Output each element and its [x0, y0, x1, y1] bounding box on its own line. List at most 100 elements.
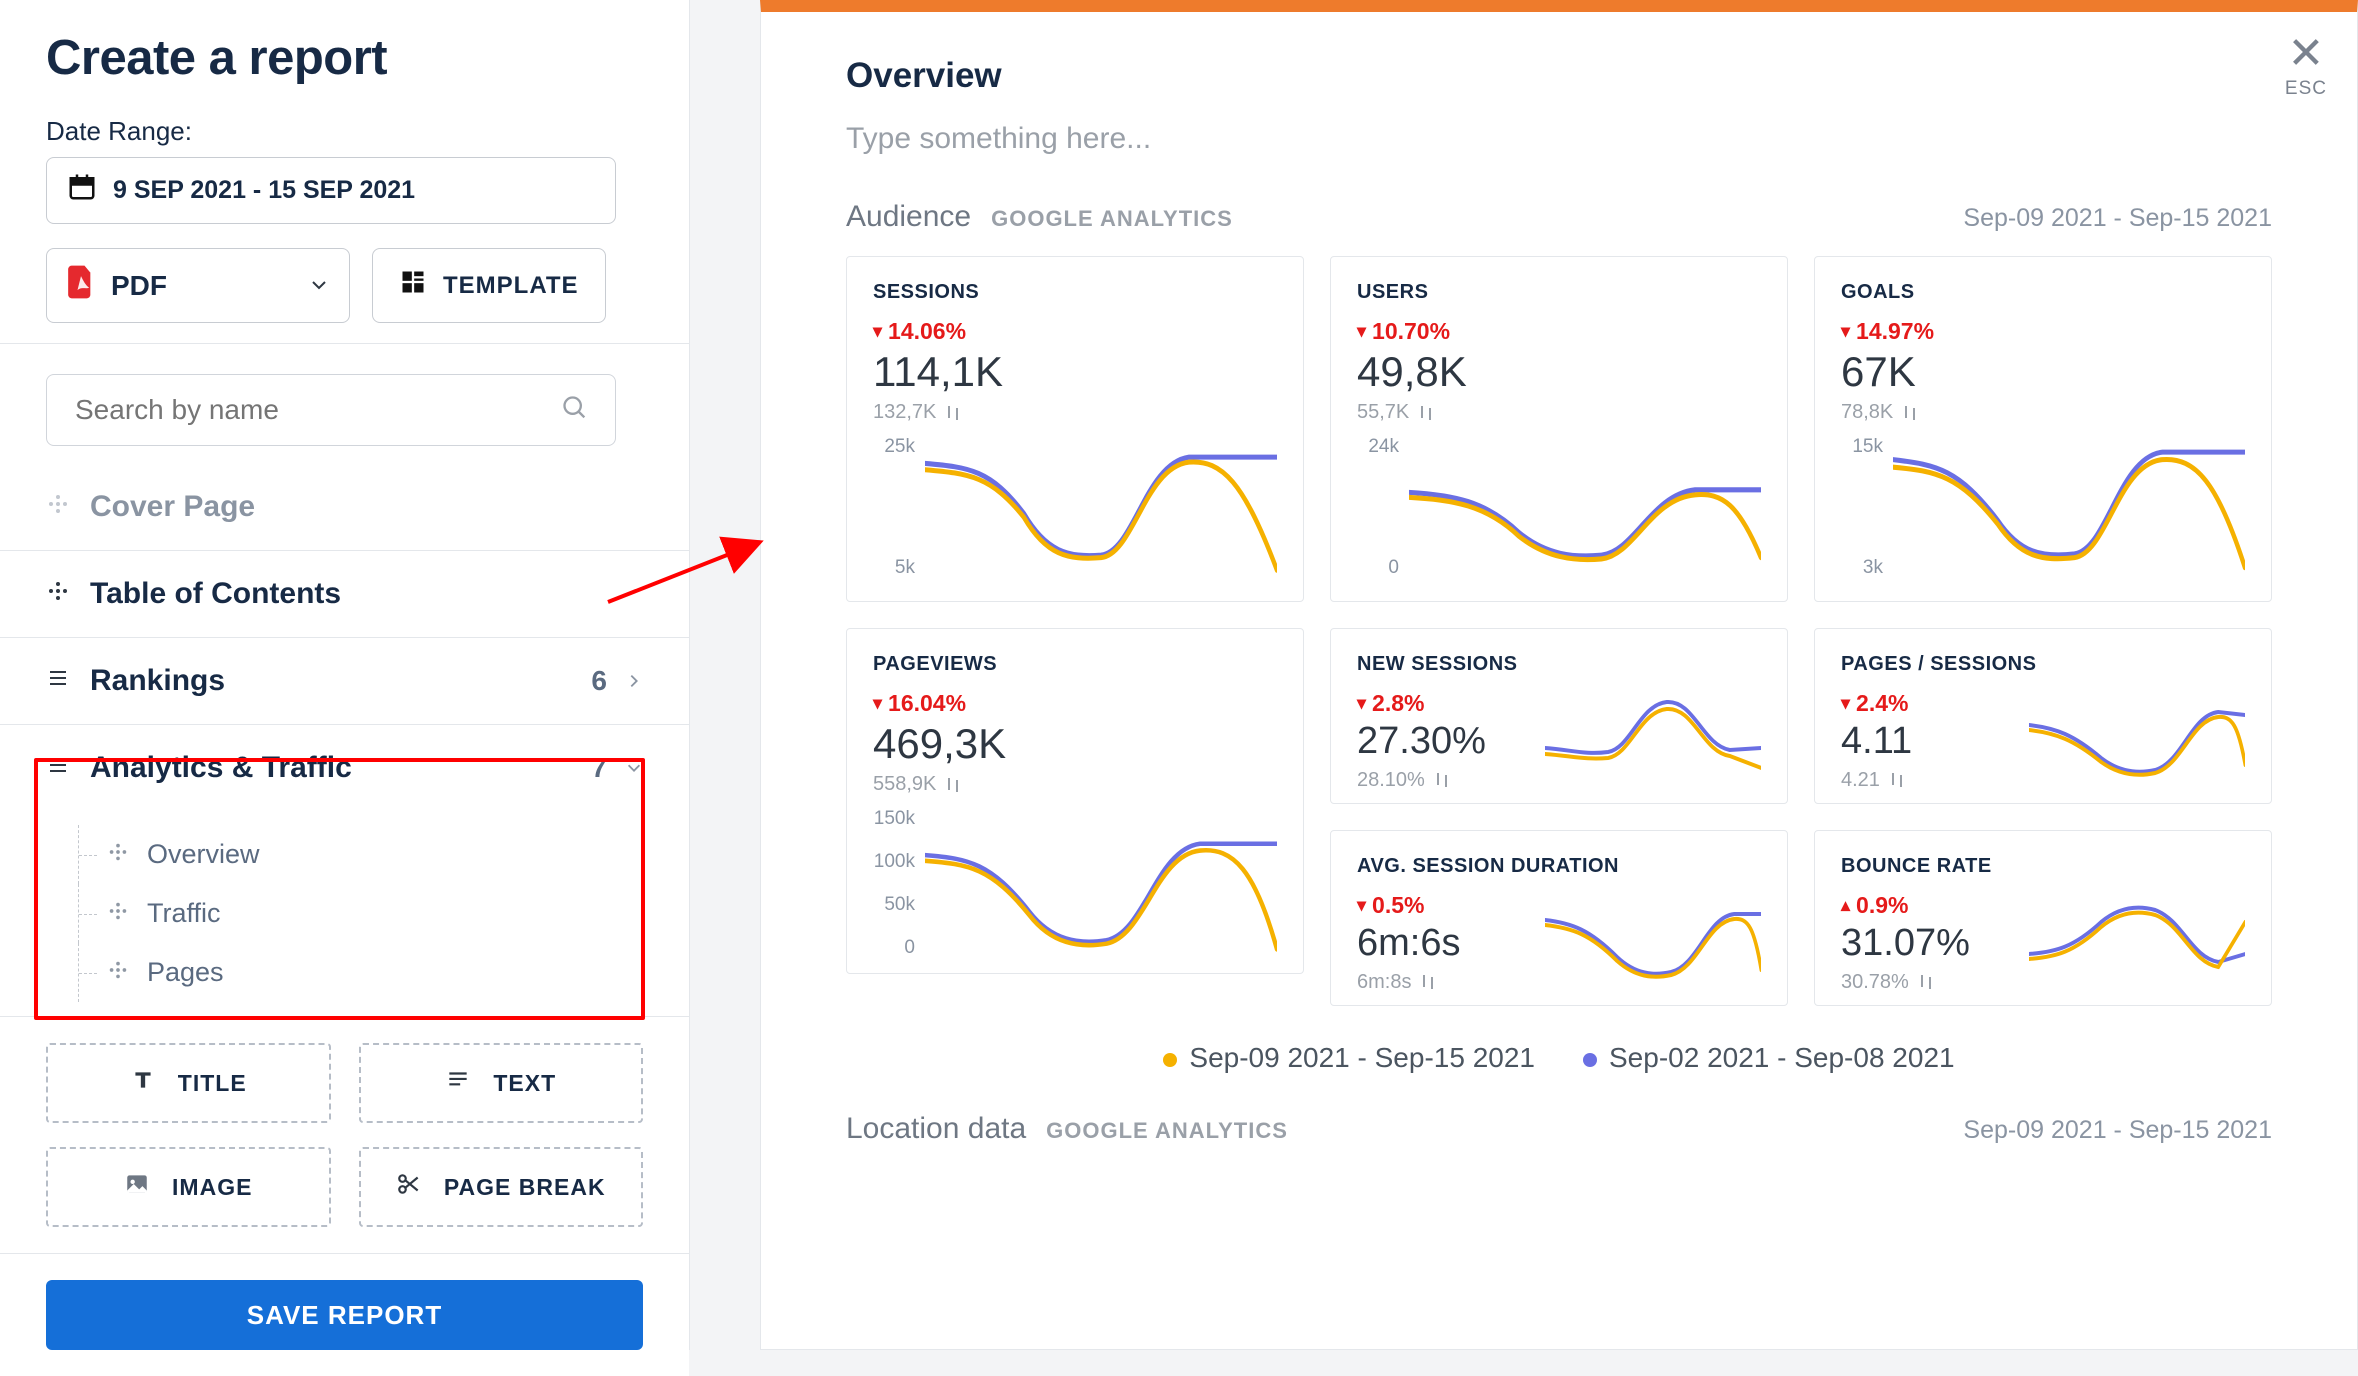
insert-image-button[interactable]: IMAGE: [46, 1147, 331, 1227]
section-rankings-count: 6: [591, 665, 607, 697]
subsection-overview[interactable]: Overview: [78, 825, 643, 884]
date-range-label: Date Range:: [46, 116, 643, 147]
card-new-sessions-delta: 2.8%: [1372, 690, 1424, 717]
drag-handle-icon: [107, 898, 129, 929]
card-avg-value: 6m:6s: [1357, 923, 1527, 965]
insert-break-label: PAGE BREAK: [444, 1174, 606, 1201]
section-rankings[interactable]: Rankings 6: [0, 638, 689, 725]
card-goals-value: 67K: [1841, 349, 2245, 395]
card-pageviews-value: 469,3K: [873, 721, 1277, 767]
close-icon: ✕: [2285, 32, 2327, 76]
card-sessions-prev: 132,7K: [873, 401, 936, 424]
insert-image-label: IMAGE: [172, 1174, 252, 1201]
drag-handle-icon: [46, 490, 70, 524]
subsection-pages-label: Pages: [147, 957, 224, 988]
card-new-sessions-value: 27.30%: [1357, 721, 1527, 763]
save-report-button[interactable]: SAVE REPORT: [46, 1280, 643, 1350]
chart-legend: Sep-09 2021 - Sep-15 2021 Sep-02 2021 - …: [846, 1042, 2272, 1074]
insert-text-label: TEXT: [493, 1070, 556, 1097]
card-goals-ticks: 15k 3k: [1841, 432, 1887, 583]
subsection-traffic[interactable]: Traffic: [78, 884, 643, 943]
card-sessions[interactable]: SESSIONS ▾14.06% 114,1K 132,7K 25k 5k: [846, 256, 1304, 602]
text-icon: [445, 1067, 471, 1099]
format-select[interactable]: PDF: [46, 248, 350, 323]
close-preview-button[interactable]: ✕ ESC: [2285, 32, 2327, 100]
subsection-overview-label: Overview: [147, 839, 260, 870]
search-icon: [561, 394, 589, 427]
location-date-range: Sep-09 2021 - Sep-15 2021: [1963, 1116, 2272, 1145]
card-pageviews-ticks: 150k 100k 50k 0: [873, 804, 919, 963]
card-users[interactable]: USERS ▾10.70% 49,8K 55,7K 24k 0: [1330, 256, 1788, 602]
card-goals[interactable]: GOALS ▾14.97% 67K 78,8K 15k 3k: [1814, 256, 2272, 602]
card-bounce-label: BOUNCE RATE: [1841, 855, 2245, 878]
template-button[interactable]: TEMPLATE: [372, 248, 606, 323]
down-arrow-icon: ▾: [1357, 895, 1366, 916]
card-new-sessions-chart: [1545, 690, 1761, 790]
template-button-label: TEMPLATE: [443, 272, 579, 300]
search-input[interactable]: [46, 374, 616, 446]
audience-source: GOOGLE ANALYTICS: [991, 206, 1233, 232]
card-pps-chart: [2029, 690, 2245, 790]
date-range-field[interactable]: 9 SEP 2021 - 15 SEP 2021: [46, 157, 616, 224]
left-panel: Create a report Date Range: 9 SEP 2021 -…: [0, 0, 690, 1350]
date-range-value: 9 SEP 2021 - 15 SEP 2021: [113, 176, 415, 205]
section-cover-page[interactable]: Cover Page: [0, 464, 689, 551]
card-pps-prev: 4.21: [1841, 769, 1880, 792]
up-arrow-icon: ▴: [1841, 895, 1850, 916]
preview-body-placeholder[interactable]: Type something here...: [846, 122, 2272, 156]
format-value: PDF: [111, 270, 167, 302]
scissors-icon: [396, 1171, 422, 1203]
card-goals-chart: [1893, 432, 2245, 583]
insert-text-button[interactable]: TEXT: [359, 1043, 644, 1123]
card-pageviews-prev: 558,9K: [873, 773, 936, 796]
subsection-pages[interactable]: Pages: [78, 943, 643, 1002]
card-bounce-rate[interactable]: BOUNCE RATE ▴0.9% 31.07% 30.78%: [1814, 830, 2272, 1006]
chevron-down-icon: [309, 270, 329, 302]
metric-row-1: SESSIONS ▾14.06% 114,1K 132,7K 25k 5k US…: [846, 256, 2272, 602]
card-users-chart: [1409, 432, 1761, 583]
card-pps-label: PAGES / SESSIONS: [1841, 653, 2245, 676]
image-icon: [124, 1171, 150, 1203]
card-avg-label: AVG. SESSION DURATION: [1357, 855, 1761, 878]
card-new-sessions[interactable]: NEW SESSIONS ▾2.8% 27.30% 28.10%: [1330, 628, 1788, 804]
down-arrow-icon: ▾: [873, 693, 882, 714]
drag-handle-icon: [107, 839, 129, 870]
preview-title: Overview: [846, 56, 2272, 96]
card-avg-session[interactable]: AVG. SESSION DURATION ▾0.5% 6m:6s 6m:8s: [1330, 830, 1788, 1006]
pdf-icon: [67, 265, 95, 306]
card-new-sessions-label: NEW SESSIONS: [1357, 653, 1761, 676]
calendar-icon: [67, 172, 97, 209]
preview-panel: ✕ ESC Overview Type something here... Au…: [760, 0, 2358, 1350]
down-arrow-icon: ▾: [1357, 693, 1366, 714]
card-pageviews-delta: 16.04%: [888, 690, 966, 717]
down-arrow-icon: ▾: [1841, 321, 1850, 342]
compare-icon: [1417, 404, 1435, 422]
section-analytics-label: Analytics & Traffic: [90, 751, 352, 785]
card-pps-value: 4.11: [1841, 721, 2011, 763]
card-users-value: 49,8K: [1357, 349, 1761, 395]
section-toc[interactable]: Table of Contents: [0, 551, 689, 638]
card-sessions-value: 114,1K: [873, 349, 1277, 395]
card-sessions-ticks: 25k 5k: [873, 432, 919, 583]
location-source: GOOGLE ANALYTICS: [1046, 1118, 1288, 1144]
card-goals-label: GOALS: [1841, 281, 2245, 304]
chevron-right-icon: [625, 665, 643, 697]
section-list: Cover Page Table of Contents Rankings 6 …: [0, 464, 689, 1016]
insert-page-break-button[interactable]: PAGE BREAK: [359, 1147, 644, 1227]
down-arrow-icon: ▾: [1841, 693, 1850, 714]
search-input-field[interactable]: [73, 393, 537, 427]
card-pageviews[interactable]: PAGEVIEWS ▾16.04% 469,3K 558,9K 150k 100…: [846, 628, 1304, 974]
compare-icon: [944, 404, 962, 422]
card-pps-delta: 2.4%: [1856, 690, 1908, 717]
insert-block-grid: TITLE TEXT IMAGE PAGE BREAK: [0, 1016, 689, 1253]
close-esc-label: ESC: [2285, 78, 2327, 100]
compare-icon: [1888, 771, 1906, 789]
section-analytics[interactable]: Analytics & Traffic 7: [0, 725, 689, 811]
card-goals-prev: 78,8K: [1841, 401, 1893, 424]
card-pages-per-session[interactable]: PAGES / SESSIONS ▾ 2.4% 4.11 4.21: [1814, 628, 2272, 804]
compare-icon: [1433, 771, 1451, 789]
card-bounce-delta: 0.9%: [1856, 892, 1908, 919]
card-avg-chart: [1545, 892, 1761, 992]
card-bounce-prev: 30.78%: [1841, 971, 1909, 994]
insert-title-button[interactable]: TITLE: [46, 1043, 331, 1123]
